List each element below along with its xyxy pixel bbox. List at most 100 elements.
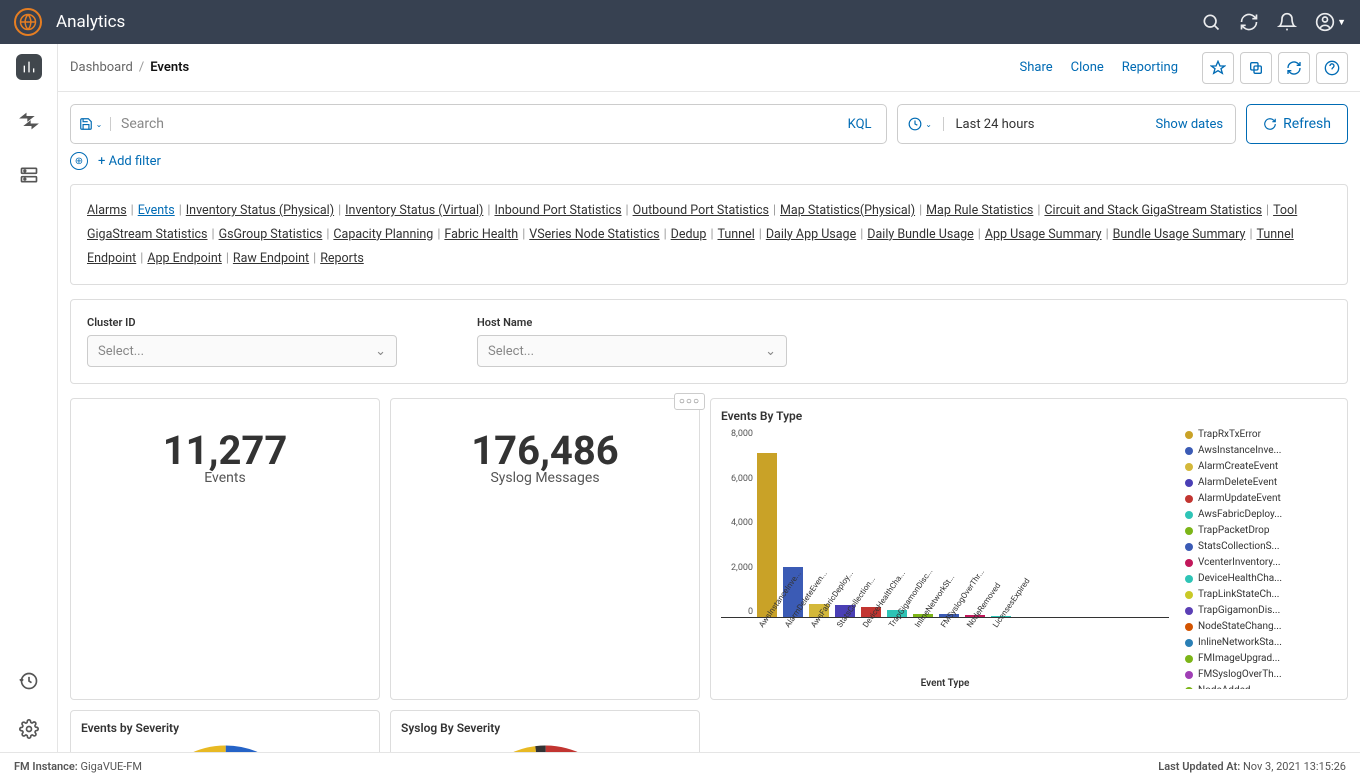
top-header: Analytics ▼: [0, 0, 1360, 44]
filter-bar: ⊕ + Add filter: [70, 152, 1348, 170]
nav-link[interactable]: App Endpoint: [147, 251, 222, 266]
cluster-id-label: Cluster ID: [87, 316, 397, 329]
legend-item[interactable]: TrapGigamonDis...: [1185, 605, 1337, 616]
syslog-severity-donut: [458, 741, 633, 752]
search-lang-toggle[interactable]: KQL: [834, 117, 886, 132]
selector-card: Cluster ID Select...⌄ Host Name Select..…: [70, 299, 1348, 384]
breadcrumb-parent[interactable]: Dashboard: [70, 60, 133, 75]
nav-link[interactable]: Inbound Port Statistics: [494, 203, 621, 218]
nav-link[interactable]: Daily Bundle Usage: [867, 227, 974, 242]
legend-item[interactable]: NodeAdded: [1185, 685, 1337, 689]
app-title: Analytics: [56, 12, 125, 32]
legend-item[interactable]: FMSyslogOverTh...: [1185, 669, 1337, 680]
nav-link[interactable]: Inventory Status (Physical): [186, 203, 334, 218]
metric-syslog-value: 176,486: [401, 427, 689, 474]
events-by-type-panel: Events By Type 8,0006,0004,0002,0000 Aws…: [710, 398, 1348, 700]
logo-icon: [14, 8, 42, 36]
sidebar-traffic-icon[interactable]: [16, 108, 42, 134]
add-filter-button[interactable]: + Add filter: [98, 154, 161, 169]
nav-link[interactable]: Map Statistics(Physical): [780, 203, 915, 218]
reporting-button[interactable]: Reporting: [1122, 60, 1178, 75]
user-icon[interactable]: [1315, 12, 1335, 32]
nav-link[interactable]: Dedup: [671, 227, 707, 242]
sidebar: [0, 44, 58, 752]
footer: FM Instance: GigaVUE-FM Last Updated At:…: [0, 752, 1360, 780]
legend-item[interactable]: AlarmCreateEvent: [1185, 461, 1337, 472]
nav-link[interactable]: Alarms: [87, 203, 127, 218]
legend-item[interactable]: FMImageUpgrad...: [1185, 653, 1337, 664]
bar[interactable]: [757, 453, 777, 618]
show-dates-button[interactable]: Show dates: [1144, 117, 1236, 132]
events-by-severity-panel: Events by Severity MinorInfoCriticalMajo…: [70, 710, 380, 752]
nav-link[interactable]: App Usage Summary: [985, 227, 1102, 242]
panel-options-icon[interactable]: ○○○: [674, 393, 705, 410]
metric-events-value: 11,277: [81, 427, 369, 474]
sidebar-inventory-icon[interactable]: [16, 162, 42, 188]
host-name-select[interactable]: Select...⌄: [477, 335, 787, 367]
star-button[interactable]: [1202, 52, 1234, 84]
share-button[interactable]: Share: [1020, 60, 1053, 75]
legend-item[interactable]: TrapLinkStateCh...: [1185, 589, 1337, 600]
filter-icon[interactable]: ⊕: [70, 152, 88, 170]
nav-link[interactable]: Raw Endpoint: [233, 251, 309, 266]
nav-link[interactable]: VSeries Node Statistics: [529, 227, 659, 242]
clock-icon[interactable]: ⌄: [898, 117, 944, 131]
legend-item[interactable]: DeviceHealthCha...: [1185, 573, 1337, 584]
events-severity-donut: [138, 741, 313, 752]
legend-item[interactable]: VcenterInventory...: [1185, 557, 1337, 568]
breadcrumb-current: Events: [150, 60, 189, 75]
last-updated-label: Last Updated At:: [1158, 760, 1240, 773]
nav-link[interactable]: Fabric Health: [444, 227, 518, 242]
legend-item[interactable]: AwsInstanceInve...: [1185, 445, 1337, 456]
metric-syslog-panel: ○○○ 176,486 Syslog Messages: [390, 398, 700, 700]
fm-instance-value: GigaVUE-FM: [81, 760, 142, 773]
dashboard-nav-links: Alarms|Events|Inventory Status (Physical…: [70, 184, 1348, 285]
search-icon[interactable]: [1201, 12, 1221, 32]
saved-query-button[interactable]: ⌄: [71, 117, 111, 131]
legend-item[interactable]: NodeStateChang...: [1185, 621, 1337, 632]
sidebar-analytics-icon[interactable]: [16, 54, 42, 80]
nav-link[interactable]: Map Rule Statistics: [926, 203, 1033, 218]
nav-link[interactable]: Circuit and Stack GigaStream Statistics: [1044, 203, 1262, 218]
fm-instance-label: FM Instance:: [14, 760, 78, 773]
legend-item[interactable]: AwsFabricDeploy...: [1185, 509, 1337, 520]
legend-item[interactable]: StatsCollectionS...: [1185, 541, 1337, 552]
copy-button[interactable]: [1240, 52, 1272, 84]
legend-item[interactable]: TrapRxTxError: [1185, 429, 1337, 440]
nav-link[interactable]: Outbound Port Statistics: [633, 203, 769, 218]
legend-item[interactable]: TrapPacketDrop: [1185, 525, 1337, 536]
nav-link[interactable]: Tunnel: [718, 227, 755, 242]
nav-link[interactable]: GsGroup Statistics: [219, 227, 323, 242]
search-bar: ⌄ KQL: [70, 104, 887, 144]
bell-icon[interactable]: [1277, 12, 1297, 32]
legend-item[interactable]: InlineNetworkSta...: [1185, 637, 1337, 648]
nav-link[interactable]: Reports: [320, 251, 364, 266]
breadcrumb: Dashboard / Events Share Clone Reporting: [58, 44, 1360, 92]
bar-chart-legend: TrapRxTxError AwsInstanceInve... AlarmCrea…: [1177, 429, 1337, 689]
time-range-value[interactable]: Last 24 hours: [944, 117, 1144, 132]
reload-button[interactable]: [1278, 52, 1310, 84]
syslog-by-severity-panel: Syslog By Severity ERRWARNINGCRIT: [390, 710, 700, 752]
syslog-by-severity-title: Syslog By Severity: [401, 721, 689, 735]
clone-button[interactable]: Clone: [1071, 60, 1104, 75]
last-updated-value: Nov 3, 2021 13:15:26: [1243, 760, 1346, 773]
time-picker: ⌄ Last 24 hours Show dates: [897, 104, 1237, 144]
sidebar-history-icon[interactable]: [16, 668, 42, 694]
nav-link[interactable]: Inventory Status (Virtual): [345, 203, 483, 218]
cluster-id-select[interactable]: Select...⌄: [87, 335, 397, 367]
legend-item[interactable]: AlarmUpdateEvent: [1185, 493, 1337, 504]
events-by-severity-title: Events by Severity: [81, 721, 369, 735]
nav-link[interactable]: Bundle Usage Summary: [1113, 227, 1246, 242]
refresh-button[interactable]: Refresh: [1246, 104, 1348, 144]
metric-events-label: Events: [81, 470, 369, 486]
search-input[interactable]: [111, 116, 834, 132]
help-button[interactable]: [1316, 52, 1348, 84]
metric-syslog-label: Syslog Messages: [401, 470, 689, 486]
legend-item[interactable]: AlarmDeleteEvent: [1185, 477, 1337, 488]
nav-link[interactable]: Daily App Usage: [766, 227, 856, 242]
sidebar-settings-icon[interactable]: [16, 716, 42, 742]
nav-link[interactable]: Capacity Planning: [333, 227, 433, 242]
refresh-icon[interactable]: [1239, 12, 1259, 32]
x-axis-label: Event Type: [721, 678, 1169, 689]
nav-link[interactable]: Events: [138, 203, 175, 218]
